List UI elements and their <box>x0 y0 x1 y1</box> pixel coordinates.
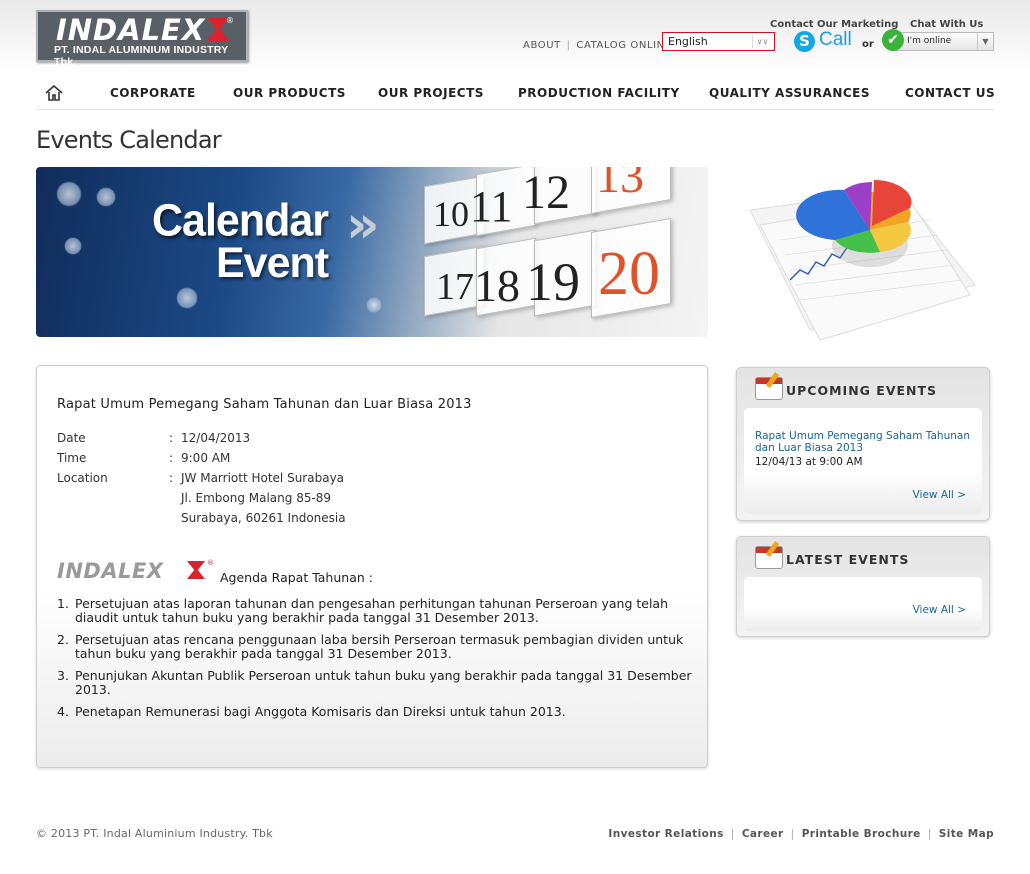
event-location-city: Surabaya, 60261 Indonesia <box>181 511 346 525</box>
calendar-event-banner: 10 11 12 13 17 18 19 20 Calendar Event » <box>36 167 708 337</box>
about-link[interactable]: ABOUT <box>523 40 561 51</box>
agenda-number: 4. <box>57 704 69 719</box>
messenger-status-box[interactable]: I'm online ▼ <box>891 32 994 51</box>
banner-title-line2: Event <box>216 239 329 287</box>
agenda-logo-registered: ® <box>207 559 214 567</box>
nav-item-corporate[interactable]: CORPORATE <box>110 86 196 100</box>
agenda-title: Agenda Rapat Tahunan : <box>220 570 373 585</box>
agenda-number: 3. <box>57 668 69 683</box>
field-colon: : <box>169 431 174 445</box>
top-utility-links: ABOUT | CATALOG ONLINE <box>523 40 672 51</box>
calendar-number: 12 <box>522 167 570 219</box>
field-colon: : <box>169 451 174 465</box>
nav-item-production-facility[interactable]: PRODUCTION FACILITY <box>518 86 680 100</box>
banner-light-dot <box>64 237 82 255</box>
pie-chart-illustration <box>749 180 976 341</box>
nav-item-contact-us[interactable]: CONTACT US <box>905 86 995 100</box>
footer-links: Investor Relations | Career | Printable … <box>608 828 994 840</box>
event-location-label: Location <box>57 471 108 485</box>
event-title: Rapat Umum Pemegang Saham Tahunan dan Lu… <box>57 397 472 412</box>
event-date-value: 12/04/2013 <box>181 431 251 445</box>
agenda-logo-mark <box>187 561 205 579</box>
calendar-number: 19 <box>526 252 580 312</box>
upcoming-event-link[interactable]: Rapat Umum Pemegang Saham Tahunan dan Lu… <box>755 430 980 454</box>
online-check-icon: ✔ <box>882 29 904 51</box>
chevron-down-icon: ▼ <box>977 33 993 50</box>
agenda-text: Persetujuan atas laporan tahunan dan pen… <box>75 596 668 625</box>
banner-light-dot <box>176 287 198 309</box>
agenda-list: 1. Persetujuan atas laporan tahunan dan p… <box>57 597 697 727</box>
agenda-text: Persetujuan atas rencana penggunaan laba… <box>75 632 684 661</box>
agenda-logo-text: INDALEX <box>57 559 164 583</box>
nav-item-our-projects[interactable]: OUR PROJECTS <box>378 86 484 100</box>
latest-events-title: LATEST EVENTS <box>786 552 910 567</box>
banner-light-dot <box>366 297 382 313</box>
messenger-status-text: I'm online <box>907 36 952 46</box>
upcoming-events-title: UPCOMING EVENTS <box>786 383 938 398</box>
latest-view-all-link[interactable]: View All > <box>913 604 966 616</box>
calendar-icon <box>755 541 783 569</box>
banner-light-dot <box>96 187 116 207</box>
home-icon[interactable] <box>45 84 63 105</box>
footer-separator: | <box>790 828 795 840</box>
copyright-text: © 2013 PT. Indal Aluminium Industry. Tbk <box>36 827 273 840</box>
page-title: Events Calendar <box>36 126 222 154</box>
latest-events-box: LATEST EVENTS View All > <box>736 536 990 637</box>
catalog-online-link[interactable]: CATALOG ONLINE <box>576 40 671 51</box>
upcoming-view-all-link[interactable]: View All > <box>913 489 966 501</box>
calendar-number: 13 <box>596 167 644 203</box>
event-location-value: JW Marriott Hotel Surabaya <box>181 471 345 485</box>
calendar-number: 17 <box>436 266 474 308</box>
agenda-number: 1. <box>57 596 69 611</box>
list-item: 1. Persetujuan atas laporan tahunan dan p… <box>57 597 697 625</box>
calendar-number: 20 <box>598 240 660 308</box>
logo-registered-mark: ® <box>226 16 234 25</box>
banner-chevron-icon: » <box>346 195 380 255</box>
calendar-number: 10 <box>433 194 469 234</box>
logo-tagline: PT. INDAL ALUMINIUM INDUSTRY Tbk. <box>54 44 229 68</box>
company-logo[interactable]: INDALEX ® PT. INDAL ALUMINIUM INDUSTRY T… <box>36 10 248 68</box>
banner-light-dot <box>56 181 82 207</box>
footer-link-site-map[interactable]: Site Map <box>939 828 994 840</box>
calendar-number: 11 <box>470 182 513 231</box>
skype-icon: S <box>794 31 815 52</box>
footer-link-printable-brochure[interactable]: Printable Brochure <box>802 828 921 840</box>
footer-link-career[interactable]: Career <box>742 828 784 840</box>
agenda-company-logo: INDALEX ® <box>57 559 214 583</box>
event-location-address: Jl. Embong Malang 85-89 <box>181 491 332 505</box>
list-item: 3. Penunjukan Akuntan Publik Perseroan un… <box>57 669 697 697</box>
list-item: 4. Penetapan Remunerasi bagi Anggota Komi… <box>57 705 697 719</box>
main-navigation: CORPORATE OUR PRODUCTS OUR PROJECTS PROD… <box>36 80 995 110</box>
upcoming-events-content: Rapat Umum Pemegang Saham Tahunan dan Lu… <box>744 408 982 514</box>
list-item: 2. Persetujuan atas rencana penggunaan la… <box>57 633 697 661</box>
calendar-number: 18 <box>474 260 520 311</box>
agenda-text: Penetapan Remunerasi bagi Anggota Komisa… <box>75 704 566 719</box>
utility-separator: | <box>566 40 571 51</box>
event-date-label: Date <box>57 431 86 445</box>
upcoming-events-box: UPCOMING EVENTS Rapat Umum Pemegang Saha… <box>736 367 990 521</box>
or-label: or <box>862 39 874 50</box>
messenger-status-widget[interactable]: ✔ I'm online ▼ <box>882 29 994 53</box>
skype-call-label: Call <box>819 29 852 50</box>
agenda-text: Penunjukan Akuntan Publik Perseroan untu… <box>75 668 692 697</box>
upcoming-event-time: 12/04/13 at 9:00 AM <box>755 456 863 468</box>
language-select[interactable]: English ∨∨ <box>662 32 775 51</box>
language-selected-value: English <box>668 35 708 48</box>
event-time-value: 9:00 AM <box>181 451 231 465</box>
chevron-down-icon: ∨∨ <box>752 35 772 48</box>
field-colon: : <box>169 471 174 485</box>
agenda-number: 2. <box>57 632 69 647</box>
latest-events-content: View All > <box>744 577 982 631</box>
event-detail-panel: Rapat Umum Pemegang Saham Tahunan dan Lu… <box>36 365 708 768</box>
calendar-icon <box>755 372 783 400</box>
footer-separator: | <box>730 828 735 840</box>
event-time-label: Time <box>57 451 87 465</box>
logo-brand-text: INDALEX <box>56 13 206 47</box>
nav-item-quality-assurances[interactable]: QUALITY ASSURANCES <box>709 86 870 100</box>
footer-link-investor-relations[interactable]: Investor Relations <box>608 828 723 840</box>
footer-separator: | <box>927 828 932 840</box>
nav-item-our-products[interactable]: OUR PRODUCTS <box>233 86 346 100</box>
